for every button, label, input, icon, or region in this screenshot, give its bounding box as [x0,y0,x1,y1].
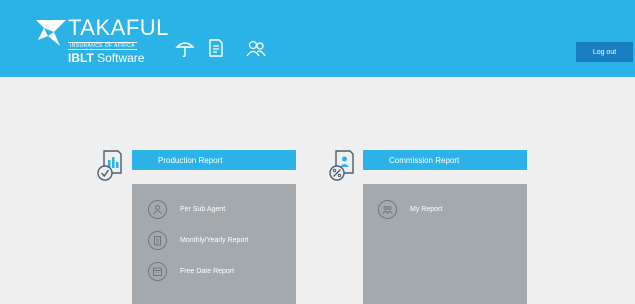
software-name: IBLT Software [68,51,144,65]
group-icon [378,200,397,219]
commission-report-title[interactable]: Commission Report [363,150,527,170]
production-report-title[interactable]: Production Report [132,150,296,170]
monthly-yearly-report-link[interactable]: Monthly/Yearly Report [148,231,249,250]
per-sub-agent-label: Per Sub Agent [180,206,226,213]
brand-tagline: INSURANCE OF AFRICA [68,42,137,50]
users-icon[interactable] [246,38,266,58]
my-report-link[interactable]: My Report [378,200,442,219]
agent-icon [148,200,167,219]
takaful-logo-icon [36,20,66,46]
brand-name: TAKAFUL [68,15,169,40]
umbrella-icon[interactable] [175,38,195,58]
free-date-report-link[interactable]: Free Date Report [148,262,234,281]
monthly-yearly-report-label: Monthly/Yearly Report [180,237,249,244]
commission-report-icon [329,150,354,181]
my-report-label: My Report [410,206,443,213]
free-date-report-label: Free Date Report [180,268,235,275]
software-name-rest: Software [93,51,145,65]
calendar-icon [148,262,167,281]
software-name-bold: IBLT [68,51,94,65]
document-icon[interactable] [206,38,226,58]
production-report-icon [97,150,122,181]
app-header: TAKAFUL INSURANCE OF AFRICA IBLT Softwar… [0,0,635,77]
logout-button[interactable]: Log out [576,42,633,62]
clipboard-icon [148,231,167,250]
per-sub-agent-link[interactable]: Per Sub Agent [148,200,225,219]
